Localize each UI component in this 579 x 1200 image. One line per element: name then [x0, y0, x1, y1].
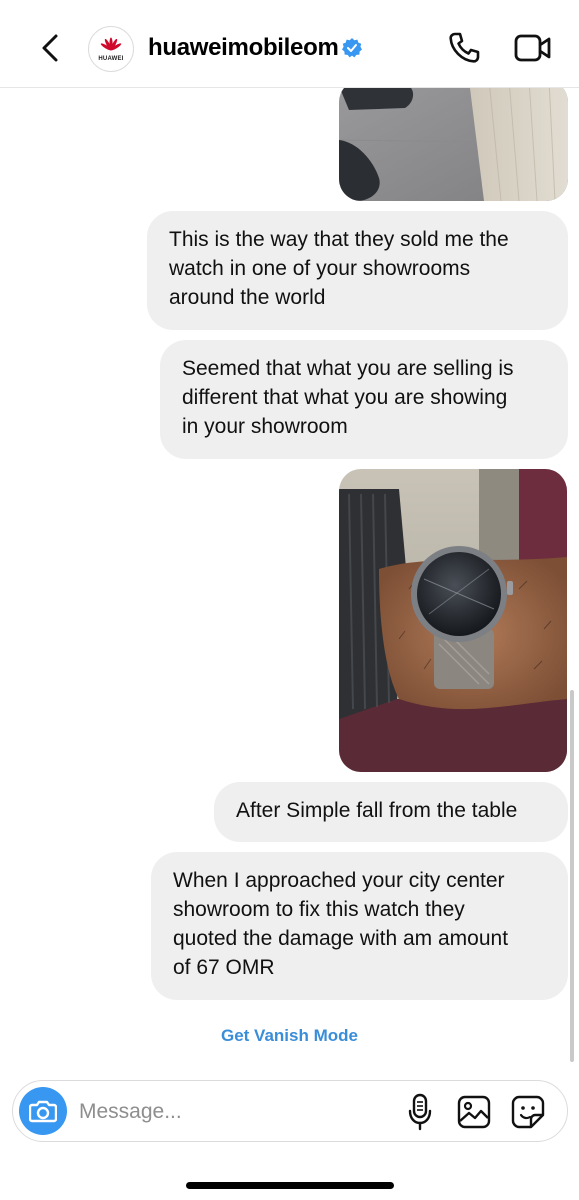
message-line: This is the way that they sold me the	[169, 228, 509, 251]
camera-icon	[29, 1100, 57, 1123]
message-line: watch in one of your showrooms	[169, 257, 471, 280]
message-line: of 67 OMR	[173, 956, 275, 979]
huawei-logo-icon	[100, 37, 122, 50]
microphone-icon	[408, 1093, 432, 1131]
video-camera-icon	[514, 34, 551, 62]
chat-header: HUAWEI huaweimobileom	[0, 0, 579, 88]
message-line: quoted the damage with am amount	[173, 927, 509, 950]
call-button[interactable]	[446, 30, 482, 66]
phone-icon	[449, 32, 480, 63]
home-indicator	[186, 1182, 394, 1189]
message-line: in your showroom	[182, 415, 348, 438]
avatar[interactable]: HUAWEI	[88, 26, 134, 72]
back-button[interactable]	[36, 30, 66, 66]
chat-username[interactable]: huaweimobileom	[148, 34, 339, 62]
sticker-icon	[511, 1095, 545, 1129]
chevron-left-icon	[42, 34, 58, 62]
message-bubble[interactable]: When I approached your city center showr…	[151, 852, 568, 1000]
floor-photo	[339, 80, 568, 201]
message-bubble[interactable]: After Simple fall from the table	[214, 782, 568, 842]
message-composer	[12, 1080, 568, 1142]
camera-button[interactable]	[19, 1087, 67, 1135]
sticker-button[interactable]	[511, 1095, 545, 1129]
avatar-brand-text: HUAWEI	[98, 55, 124, 62]
gallery-icon	[457, 1095, 491, 1129]
message-bubble[interactable]: This is the way that they sold me the wa…	[147, 211, 568, 330]
verified-badge-icon	[342, 38, 362, 58]
message-line: After Simple fall from the table	[236, 799, 518, 822]
get-vanish-mode-link[interactable]: Get Vanish Mode	[0, 1026, 579, 1046]
message-bubble[interactable]: Seemed that what you are selling is diff…	[160, 340, 568, 459]
message-line: around the world	[169, 286, 326, 309]
video-call-button[interactable]	[514, 32, 552, 64]
message-line: When I approached your city center	[173, 869, 505, 892]
gallery-button[interactable]	[457, 1095, 491, 1129]
scrollbar[interactable]	[570, 690, 574, 1062]
message-line: showroom to fix this watch they	[173, 898, 465, 921]
message-image-watch[interactable]	[339, 469, 567, 772]
message-line: Seemed that what you are selling is	[182, 357, 514, 380]
watch-photo	[339, 469, 567, 772]
message-image-floor[interactable]	[339, 80, 568, 201]
message-input[interactable]	[79, 1097, 379, 1127]
message-line: different that what you are showing	[182, 386, 508, 409]
microphone-button[interactable]	[407, 1093, 433, 1131]
